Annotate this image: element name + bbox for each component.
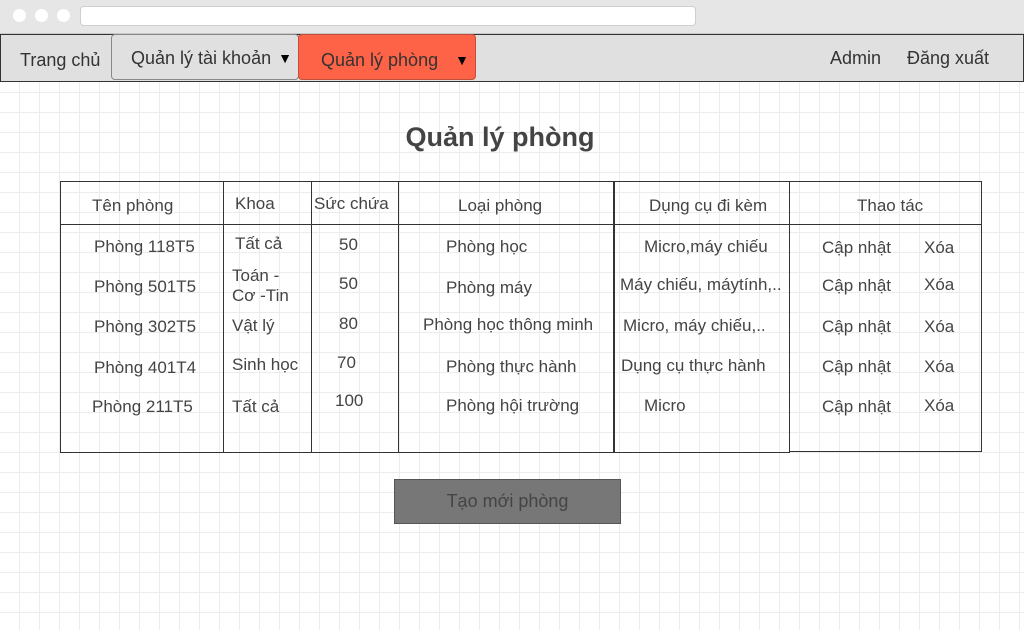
cell-room-type: Phòng hội trường — [446, 396, 580, 415]
cell-faculty: Tất cả — [232, 397, 280, 416]
cell-equipment: Micro,máy chiếu — [644, 237, 768, 256]
cell-capacity: 70 — [337, 353, 356, 372]
cell-equipment: Dụng cụ thực hành — [621, 356, 766, 375]
cell-equipment: Máy chiếu, máytính,.. — [620, 275, 782, 294]
header-room-type: Loại phòng — [458, 196, 543, 215]
nav-accounts-dropdown[interactable]: Quản lý tài khoản ▼ — [111, 34, 299, 80]
delete-link[interactable]: Xóa — [924, 317, 954, 337]
cell-faculty: Sinh học — [232, 355, 299, 374]
cell-room-type: Phòng máy — [446, 278, 532, 297]
cell-capacity: 50 — [339, 235, 358, 254]
cell-equipment: Micro — [644, 396, 686, 415]
browser-titlebar — [0, 0, 1024, 34]
cell-room-type: Phòng thực hành — [446, 357, 577, 376]
column-room-type: Loại phòng Phòng học Phòng máy Phòng học… — [398, 181, 614, 453]
delete-link[interactable]: Xóa — [924, 238, 954, 258]
update-link[interactable]: Cập nhật — [822, 238, 891, 258]
cell-capacity: 50 — [339, 274, 358, 293]
cell-capacity: 80 — [339, 314, 358, 333]
window-close-dot[interactable] — [13, 9, 26, 22]
cell-faculty: Toán - Cơ -Tin — [232, 266, 289, 305]
cell-equipment: Micro, máy chiếu,.. — [623, 316, 766, 335]
cell-room-name: Phòng 211T5 — [92, 397, 193, 416]
cell-room-name: Phòng 302T5 — [94, 317, 197, 336]
cell-room-type: Phòng học — [446, 237, 528, 256]
nav-home[interactable]: Trang chủ — [20, 37, 100, 83]
cell-room-name: Phòng 118T5 — [94, 237, 195, 256]
create-room-button[interactable]: Tạo mới phòng — [394, 479, 621, 524]
column-capacity: Sức chứa 50 50 80 70 100 — [311, 181, 399, 453]
nav-user-admin[interactable]: Admin — [830, 35, 881, 81]
address-bar[interactable] — [80, 6, 696, 26]
cell-room-type: Phòng học thông minh — [423, 315, 594, 334]
header-room-name: Tên phòng — [92, 196, 174, 215]
main-content: Quản lý phòng Tên phòng Phòng 118T5 Phòn… — [0, 82, 1024, 630]
nav-accounts-label: Quản lý tài khoản — [131, 48, 272, 68]
header-actions: Thao tác — [857, 196, 924, 215]
page-title: Quản lý phòng — [405, 122, 595, 152]
nav-logout[interactable]: Đăng xuất — [907, 35, 989, 81]
chevron-down-icon: ▼ — [455, 52, 469, 68]
cell-faculty: Tất cả — [235, 234, 283, 253]
update-link[interactable]: Cập nhật — [822, 276, 891, 296]
window-maximize-dot[interactable] — [57, 9, 70, 22]
delete-link[interactable]: Xóa — [924, 357, 954, 377]
window-minimize-dot[interactable] — [35, 9, 48, 22]
header-equipment: Dụng cụ đi kèm — [649, 196, 768, 215]
update-link[interactable]: Cập nhật — [822, 397, 891, 417]
cell-faculty: Vật lý — [232, 316, 275, 335]
nav-rooms-label: Quản lý phòng — [321, 50, 439, 70]
column-equipment: Dụng cụ đi kèm Micro,máy chiếu Máy chiếu… — [613, 181, 790, 453]
cell-capacity: 100 — [335, 391, 364, 410]
column-actions: Thao tác Cập nhật Xóa Cập nhật Xóa Cập n… — [789, 181, 982, 452]
header-faculty: Khoa — [235, 194, 275, 213]
update-link[interactable]: Cập nhật — [822, 357, 891, 377]
chevron-down-icon: ▼ — [278, 50, 292, 66]
main-navbar: Trang chủ Quản lý tài khoản ▼ Quản lý ph… — [0, 34, 1024, 83]
cell-room-name: Phòng 401T4 — [94, 358, 197, 377]
cell-room-name: Phòng 501T5 — [94, 277, 197, 296]
delete-link[interactable]: Xóa — [924, 396, 954, 416]
nav-rooms-dropdown[interactable]: Quản lý phòng ▼ — [298, 34, 476, 80]
delete-link[interactable]: Xóa — [924, 275, 954, 295]
column-faculty: Khoa Tất cả Toán - Cơ -Tin Vật lý Sinh h… — [223, 181, 312, 453]
header-capacity: Sức chứa — [314, 194, 389, 213]
column-room-name: Tên phòng Phòng 118T5 Phòng 501T5 Phòng … — [60, 181, 224, 453]
update-link[interactable]: Cập nhật — [822, 317, 891, 337]
